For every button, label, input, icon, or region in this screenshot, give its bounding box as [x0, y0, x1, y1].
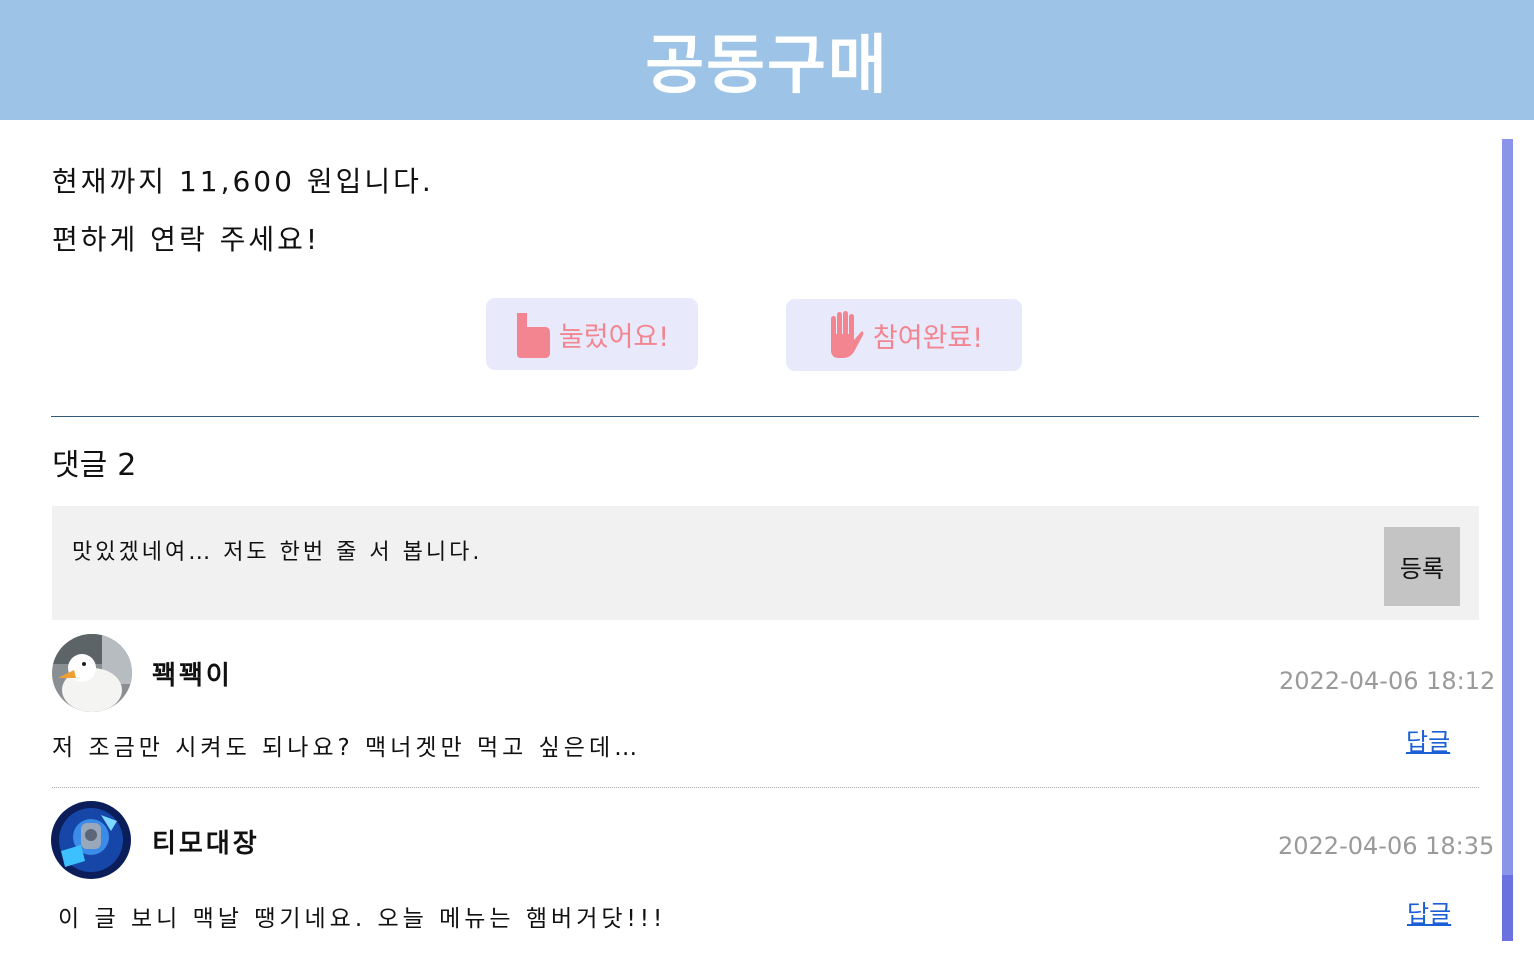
- thumbs-up-icon: [515, 309, 551, 359]
- section-divider: [51, 416, 1479, 417]
- comment-author: 꽥꽥이: [152, 661, 233, 691]
- reply-link[interactable]: 답글: [1406, 722, 1450, 757]
- join-button-label: 참여완료!: [872, 322, 984, 354]
- scrollbar-thumb[interactable]: [1502, 875, 1513, 941]
- comment-timestamp: 2022-04-06 18:12: [1279, 667, 1496, 695]
- post-total-text: 현재까지 11,600 원입니다.: [52, 165, 434, 198]
- comments-header: 댓글 2: [52, 440, 136, 484]
- post-contact-text: 편하게 연락 주세요!: [52, 223, 321, 256]
- avatar: [52, 634, 132, 712]
- comment-author: 티모대장: [152, 829, 260, 859]
- scrollbar-track[interactable]: [1502, 139, 1513, 941]
- comments-count: 2: [117, 448, 137, 483]
- comment-body: 이 글 보니 맥날 땡기네요. 오늘 메뉴는 햄버거닷!!!: [58, 906, 667, 932]
- avatar: [51, 801, 131, 879]
- comment-timestamp: 2022-04-06 18:35: [1278, 832, 1495, 860]
- like-button-label: 눌렀어요!: [558, 321, 670, 353]
- comment-separator: [52, 787, 1479, 788]
- comment-input-box: 맛있겠네여… 저도 한번 줄 서 봅니다. 등록: [52, 506, 1479, 620]
- like-button[interactable]: 눌렀어요!: [486, 298, 698, 370]
- submit-comment-button[interactable]: 등록: [1384, 527, 1460, 606]
- reply-link[interactable]: 답글: [1407, 894, 1451, 929]
- comment-input[interactable]: 맛있겠네여… 저도 한번 줄 서 봅니다.: [72, 534, 1352, 566]
- raised-hand-icon: [825, 310, 865, 360]
- page-title: 공동구매: [645, 29, 889, 103]
- page-header: 공동구매: [0, 0, 1534, 120]
- join-button[interactable]: 참여완료!: [786, 299, 1022, 371]
- comment-body: 저 조금만 시켜도 되나요? 맥너겟만 먹고 싶은데…: [52, 735, 642, 761]
- comments-title: 댓글: [52, 448, 108, 483]
